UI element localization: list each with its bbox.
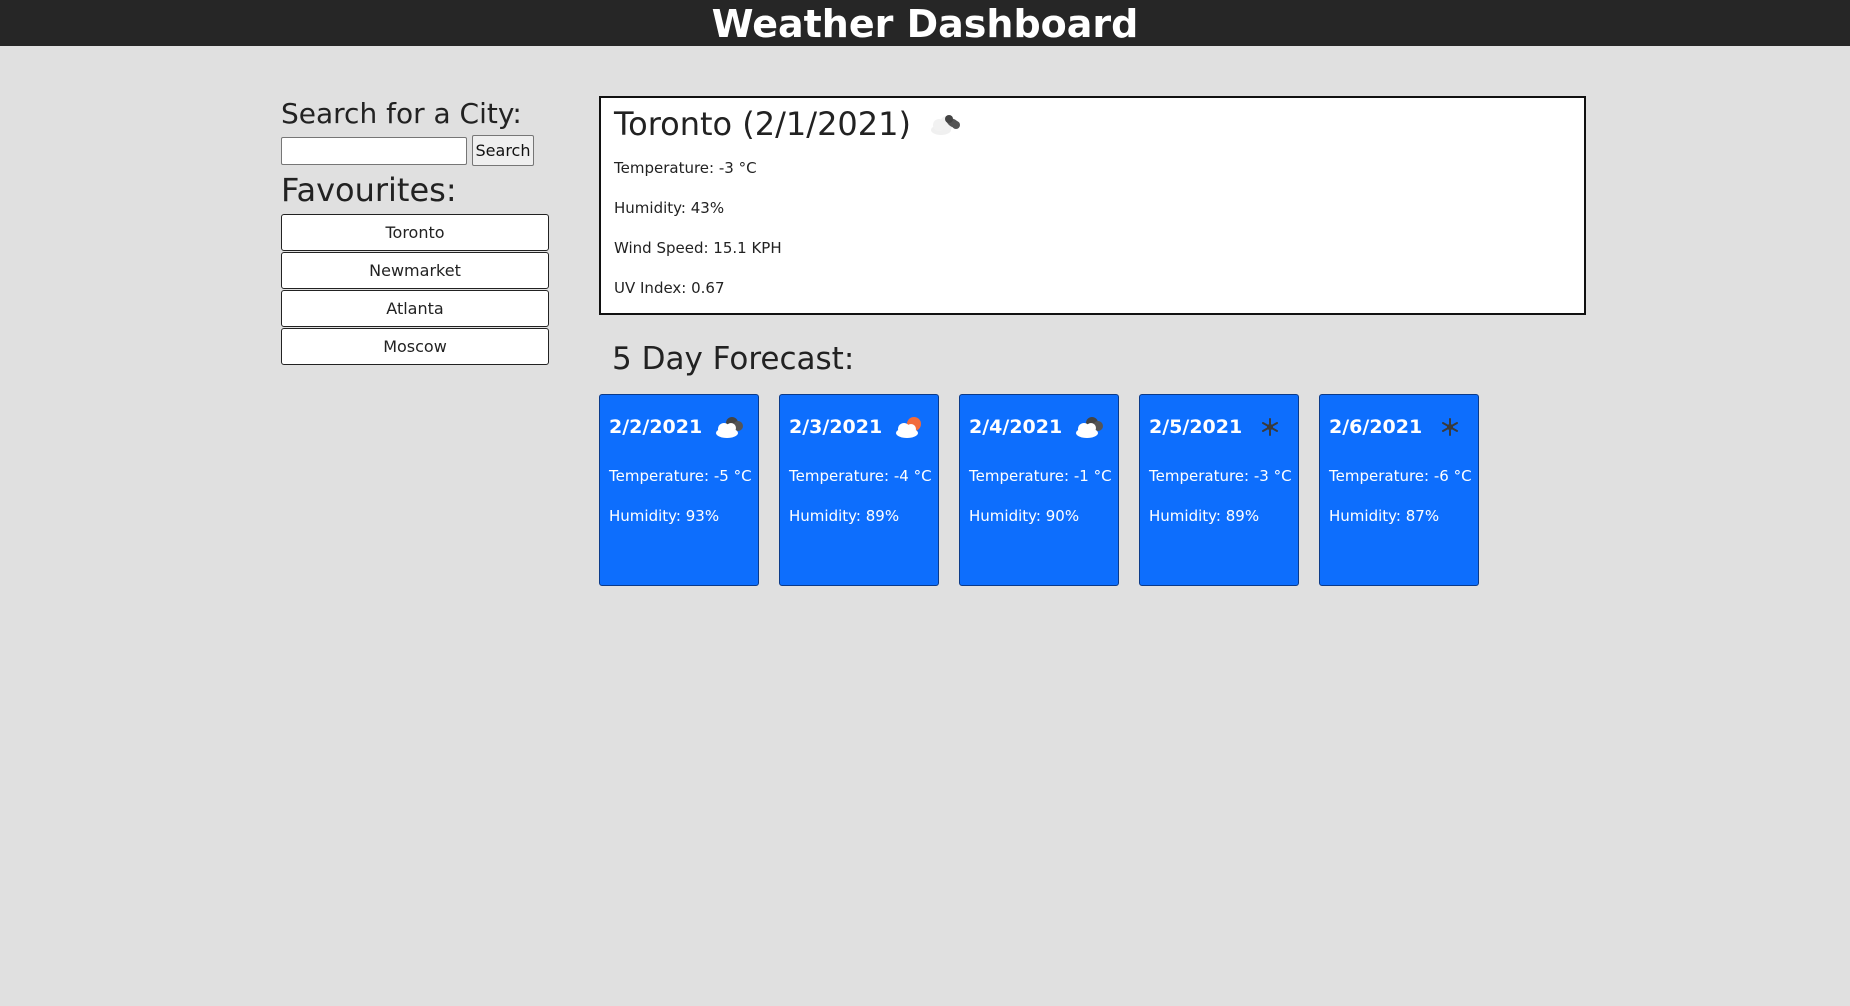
forecast-humidity: Humidity: 89% <box>789 507 900 525</box>
favourites-list: Toronto Newmarket Atlanta Moscow <box>281 214 549 365</box>
current-temperature: Temperature: -3 °C <box>614 159 757 177</box>
forecast-temperature: Temperature: -6 °C <box>1329 467 1472 485</box>
favourite-atlanta-button[interactable]: Atlanta <box>281 290 549 327</box>
forecast-card: 2/3/2021 Temperature: -4 °C Humidity: 89… <box>779 394 939 586</box>
current-uv-index: UV Index: 0.67 <box>614 279 725 297</box>
broken-clouds-icon <box>930 115 960 135</box>
forecast-card-header: 2/5/2021 <box>1149 413 1288 441</box>
forecast-card-header: 2/2/2021 <box>609 413 748 441</box>
forecast-date: 2/6/2021 <box>1329 416 1423 438</box>
forecast-card-header: 2/4/2021 <box>969 413 1108 441</box>
current-wind-speed: Wind Speed: 15.1 KPH <box>614 239 782 257</box>
snow-icon <box>1442 418 1459 436</box>
forecast-card-header: 2/6/2021 <box>1329 413 1468 441</box>
forecast-date: 2/5/2021 <box>1149 416 1243 438</box>
forecast-temperature: Temperature: -3 °C <box>1149 467 1292 485</box>
forecast-card: 2/6/2021 Temperature: -6 °C Humidity: 87… <box>1319 394 1479 586</box>
sidebar: Search for a City: Search Favourites: To… <box>281 96 549 366</box>
forecast-card: 2/5/2021 Temperature: -3 °C Humidity: 89… <box>1139 394 1299 586</box>
favourite-newmarket-button[interactable]: Newmarket <box>281 252 549 289</box>
search-button[interactable]: Search <box>472 135 534 166</box>
search-title: Search for a City: <box>281 97 522 130</box>
app-header: Weather Dashboard <box>0 0 1850 46</box>
forecast-humidity: Humidity: 87% <box>1329 507 1440 525</box>
current-weather-panel: Toronto (2/1/2021) Temperature: -3 °C Hu… <box>599 96 1586 315</box>
search-input[interactable] <box>281 136 467 165</box>
favourites-title: Favourites: <box>281 171 457 209</box>
favourite-moscow-button[interactable]: Moscow <box>281 328 549 365</box>
forecast-date: 2/3/2021 <box>789 416 883 438</box>
snow-icon <box>1262 418 1279 436</box>
forecast-temperature: Temperature: -1 °C <box>969 467 1112 485</box>
forecast-card: 2/4/2021 Temperature: -1 °C Humidity: 90… <box>959 394 1119 586</box>
favourite-toronto-button[interactable]: Toronto <box>281 214 549 251</box>
forecast-temperature: Temperature: -5 °C <box>609 467 752 485</box>
forecast-card-header: 2/3/2021 <box>789 413 928 441</box>
search-row: Search <box>281 135 549 166</box>
forecast-humidity: Humidity: 93% <box>609 507 720 525</box>
forecast-card: 2/2/2021 Temperature: -5 °C Humidity: 93… <box>599 394 759 586</box>
page-title: Weather Dashboard <box>711 2 1139 46</box>
forecast-temperature: Temperature: -4 °C <box>789 467 932 485</box>
forecast-humidity: Humidity: 90% <box>969 507 1080 525</box>
current-weather-header: Toronto (2/1/2021) <box>614 102 967 146</box>
forecast-date: 2/2/2021 <box>609 416 703 438</box>
forecast-title: 5 Day Forecast: <box>612 341 855 377</box>
overcast-clouds-icon <box>716 417 744 438</box>
current-humidity: Humidity: 43% <box>614 199 725 217</box>
partly-cloudy-icon <box>896 417 922 438</box>
current-city-title: Toronto (2/1/2021) <box>614 105 911 143</box>
forecast-date: 2/4/2021 <box>969 416 1063 438</box>
overcast-clouds-icon <box>1076 417 1104 438</box>
forecast-humidity: Humidity: 89% <box>1149 507 1260 525</box>
